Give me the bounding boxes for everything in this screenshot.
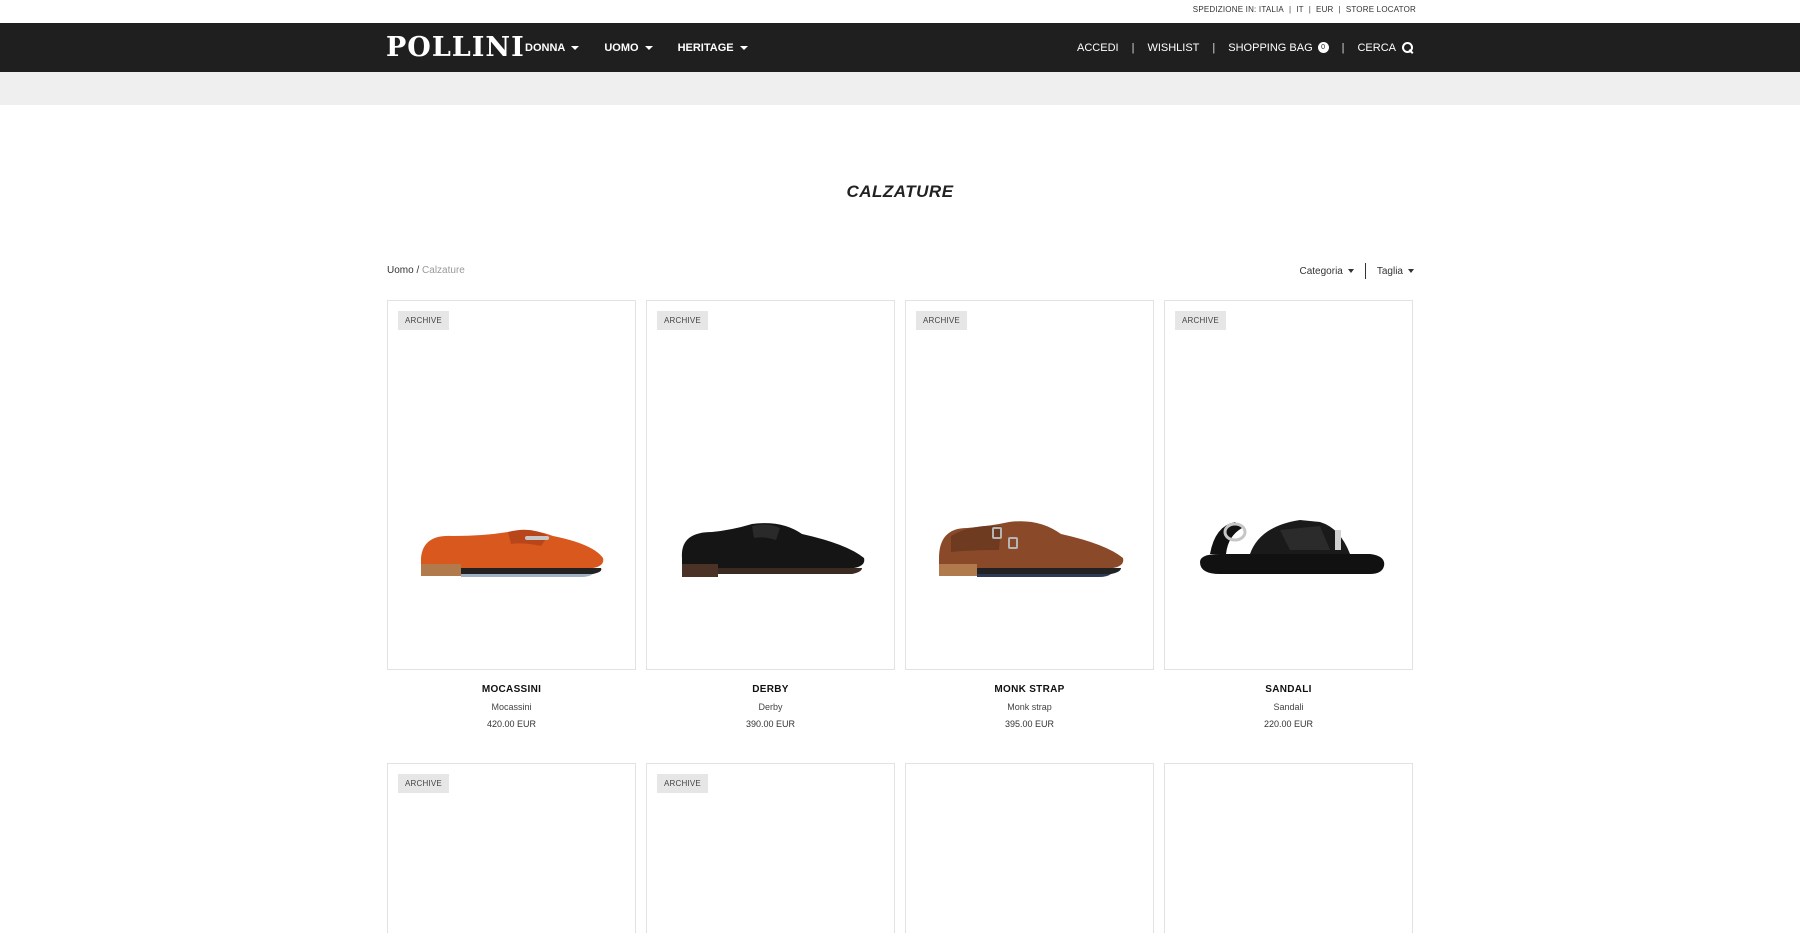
page-title: CALZATURE xyxy=(846,182,954,201)
nav-divider: | xyxy=(1131,41,1135,54)
product-card[interactable]: ARCHIVE DERBY Derby 390.00 EUR xyxy=(646,300,895,729)
loafer-shoe-image xyxy=(421,529,604,577)
monk-strap-shoe-image xyxy=(939,521,1124,577)
login-link[interactable]: ACCEDI xyxy=(1077,42,1119,54)
wishlist-link[interactable]: WISHLIST xyxy=(1147,42,1199,54)
utility-bar: SPEDIZIONE IN: ITALIA | IT | EUR | STORE… xyxy=(0,0,1800,23)
category-filter[interactable]: Categoria xyxy=(1300,266,1354,277)
filters-bar: Categoria Taglia xyxy=(1300,263,1414,279)
product-price: 420.00 EUR xyxy=(486,719,537,729)
store-locator-link[interactable]: STORE LOCATOR xyxy=(1346,5,1416,14)
product-card[interactable]: ARCHIVE xyxy=(387,763,636,933)
product-price: 390.00 EUR xyxy=(745,719,796,729)
product-name[interactable]: DERBY xyxy=(646,684,895,695)
nav-donna[interactable]: DONNA xyxy=(525,41,580,54)
archive-badge: ARCHIVE xyxy=(1175,311,1226,330)
product-image-box[interactable]: ARCHIVE xyxy=(387,763,636,933)
language-selector[interactable]: IT xyxy=(1296,5,1304,14)
search-label: CERCA xyxy=(1357,41,1396,54)
breadcrumb-separator: / xyxy=(416,265,420,276)
product-price: 395.00 EUR xyxy=(1004,719,1055,729)
size-filter[interactable]: Taglia xyxy=(1377,266,1414,277)
derby-shoe-image xyxy=(681,523,865,577)
product-subtitle: Monk strap xyxy=(1007,702,1052,712)
product-image-box[interactable] xyxy=(905,763,1154,933)
product-name[interactable]: MOCASSINI xyxy=(387,684,636,695)
product-image-box[interactable]: ARCHIVE xyxy=(1164,300,1413,670)
product-card[interactable] xyxy=(905,763,1154,933)
main-nav: DONNA UOMO HERITAGE xyxy=(525,23,773,72)
breadcrumb-uomo[interactable]: Uomo xyxy=(387,265,414,276)
search-icon xyxy=(1402,41,1414,54)
caret-down-icon xyxy=(571,45,580,50)
archive-badge: ARCHIVE xyxy=(657,311,708,330)
shopping-bag-link[interactable]: SHOPPING BAG 0 xyxy=(1228,41,1329,54)
product-card[interactable] xyxy=(1164,763,1413,933)
shipping-country-selector[interactable]: SPEDIZIONE IN: ITALIA xyxy=(1193,5,1284,14)
product-image-box[interactable]: ARCHIVE xyxy=(905,300,1154,670)
product-name[interactable]: MONK STRAP xyxy=(905,684,1154,695)
archive-badge: ARCHIVE xyxy=(916,311,967,330)
nav-divider: | xyxy=(1212,41,1216,54)
nav-donna-label: DONNA xyxy=(525,41,566,54)
product-image-box[interactable]: ARCHIVE xyxy=(646,763,895,933)
caret-down-icon xyxy=(1347,269,1354,273)
utility-divider: | xyxy=(1308,5,1312,14)
product-card[interactable]: ARCHIVE MOCASSINI Mocassini 420.00 EUR xyxy=(387,300,636,729)
product-image-box[interactable]: ARCHIVE xyxy=(387,300,636,670)
utility-links: SPEDIZIONE IN: ITALIA | IT | EUR | STORE… xyxy=(1193,5,1416,14)
product-card[interactable]: ARCHIVE MONK STRAP Monk strap 395.00 EUR xyxy=(905,300,1154,729)
shopping-bag-label: SHOPPING BAG xyxy=(1228,41,1313,54)
product-subtitle: Derby xyxy=(758,702,783,712)
breadcrumb-current: Calzature xyxy=(422,265,465,276)
product-subtitle: Mocassini xyxy=(491,702,532,712)
nav-uomo[interactable]: UOMO xyxy=(604,41,653,54)
nav-divider: | xyxy=(1341,41,1345,54)
breadcrumb: Uomo / Calzature xyxy=(387,265,465,276)
filter-divider xyxy=(1364,263,1366,279)
caret-down-icon xyxy=(644,45,653,50)
search-link[interactable]: CERCA xyxy=(1357,41,1414,54)
product-name[interactable]: SANDALI xyxy=(1164,684,1413,695)
size-filter-label: Taglia xyxy=(1376,265,1403,277)
nav-heritage[interactable]: HERITAGE xyxy=(678,42,748,54)
main-header: POLLINI DONNA UOMO HERITAGE ACCEDI | WIS… xyxy=(0,23,1800,72)
product-image-box[interactable] xyxy=(1164,763,1413,933)
caret-down-icon xyxy=(1408,269,1414,273)
utility-divider: | xyxy=(1288,5,1292,14)
pollini-logo[interactable]: POLLINI xyxy=(386,32,525,63)
caret-down-icon xyxy=(739,45,748,50)
product-card[interactable]: ARCHIVE SANDALI Sandali 220.00 EUR xyxy=(1164,300,1413,729)
sandal-shoe-image xyxy=(1200,520,1385,574)
nav-heritage-label: HERITAGE xyxy=(677,41,734,54)
nav-uomo-label: UOMO xyxy=(604,41,639,54)
currency-selector[interactable]: EUR xyxy=(1316,5,1334,14)
bag-count-badge: 0 xyxy=(1317,42,1329,53)
utility-divider: | xyxy=(1338,5,1341,14)
product-price: 220.00 EUR xyxy=(1263,719,1314,729)
promo-band xyxy=(0,72,1800,105)
product-image-box[interactable]: ARCHIVE xyxy=(646,300,895,670)
user-nav: ACCEDI | WISHLIST | SHOPPING BAG 0 | CER… xyxy=(1077,23,1414,72)
product-subtitle: Sandali xyxy=(1273,702,1304,712)
archive-badge: ARCHIVE xyxy=(398,774,449,793)
category-filter-label: Categoria xyxy=(1299,265,1343,277)
product-card[interactable]: ARCHIVE xyxy=(646,763,895,933)
archive-badge: ARCHIVE xyxy=(657,774,708,793)
archive-badge: ARCHIVE xyxy=(398,311,449,330)
